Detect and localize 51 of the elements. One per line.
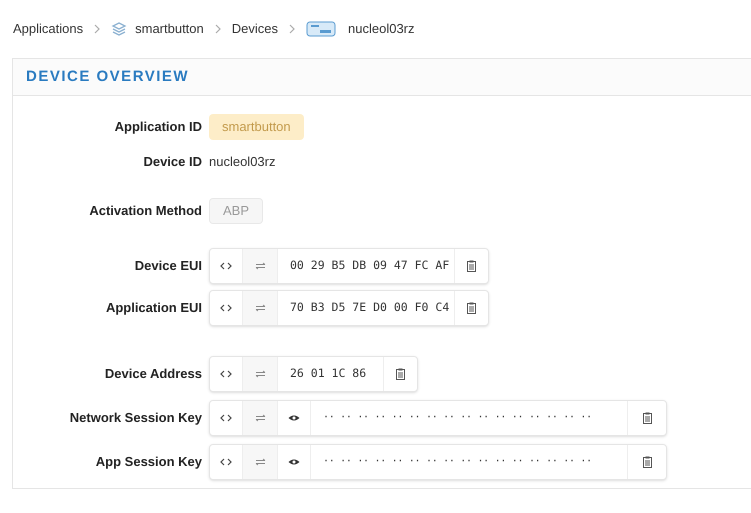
field-label: Device Address [104, 364, 203, 383]
clipboard-icon [642, 412, 652, 424]
field-label: Device ID [142, 153, 203, 171]
field-label: Activation Method [88, 202, 203, 220]
breadcrumb-link[interactable]: smartbutton [135, 19, 204, 39]
key-value: 70 B3 D5 7E D0 00 F0 C4 [278, 290, 455, 324]
clipboard-icon [396, 368, 405, 380]
key-value: 00 29 B5 DB 09 47 FC AF [278, 248, 455, 282]
byte-order-button[interactable] [243, 290, 278, 324]
breadcrumb-link[interactable]: Applications [13, 19, 84, 39]
breadcrumb-link[interactable]: nucleol03rz [348, 19, 415, 39]
chevron-icon [214, 24, 221, 34]
swap-icon [254, 370, 266, 378]
key-field[interactable]: ·· ·· ·· ·· ·· ·· ·· ·· ·· ·· ·· ·· ·· ·· ·· ·· [209, 400, 667, 436]
byte-order-button[interactable] [243, 356, 278, 390]
code-icon [220, 304, 232, 312]
code-icon [220, 414, 232, 422]
breadcrumb-link[interactable]: Devices [232, 19, 278, 39]
clipboard-icon [467, 302, 476, 314]
code-icon [220, 370, 232, 378]
key-value: ·· ·· ·· ·· ·· ·· ·· ·· ·· ·· ·· ·· ·· ·· ·· ·· [311, 444, 628, 478]
key-value: 26 01 1C 86 [278, 356, 384, 390]
device-icon [306, 20, 336, 38]
field-value: nucleol03rz [209, 153, 276, 171]
field-label: App Session Key [94, 452, 203, 471]
clipboard-icon [642, 456, 652, 468]
key-value: ·· ·· ·· ·· ·· ·· ·· ·· ·· ·· ·· ·· ·· ·· ·· ·· [311, 400, 628, 434]
swap-icon [254, 304, 266, 312]
field-label: Network Session Key [68, 408, 203, 427]
value-tag: smartbutton [209, 114, 304, 140]
key-field[interactable]: 26 01 1C 86 [209, 356, 418, 392]
field-label: Device EUI [134, 256, 203, 275]
panel-title: DEVICE OVERVIEW [26, 66, 190, 87]
key-field[interactable]: 00 29 B5 DB 09 47 FC AF [209, 248, 489, 284]
field-label: Application EUI [104, 298, 203, 317]
eye-icon [288, 414, 300, 422]
value-tag: ABP [209, 198, 264, 224]
field-label: Application ID [114, 118, 203, 136]
code-icon [220, 262, 232, 270]
chevron-icon [289, 24, 296, 34]
key-field[interactable]: 70 B3 D5 7E D0 00 F0 C4 [209, 290, 489, 326]
code-icon [220, 458, 232, 466]
swap-icon [254, 414, 266, 422]
swap-icon [254, 458, 266, 466]
chevron-icon [94, 24, 100, 34]
byte-order-button[interactable] [243, 248, 278, 282]
layers-icon [111, 21, 128, 37]
clipboard-icon [467, 260, 476, 272]
eye-icon [288, 458, 300, 466]
key-field[interactable]: ·· ·· ·· ·· ·· ·· ·· ·· ·· ·· ·· ·· ·· ·· ·· ·· [209, 444, 667, 480]
swap-icon [254, 262, 266, 270]
